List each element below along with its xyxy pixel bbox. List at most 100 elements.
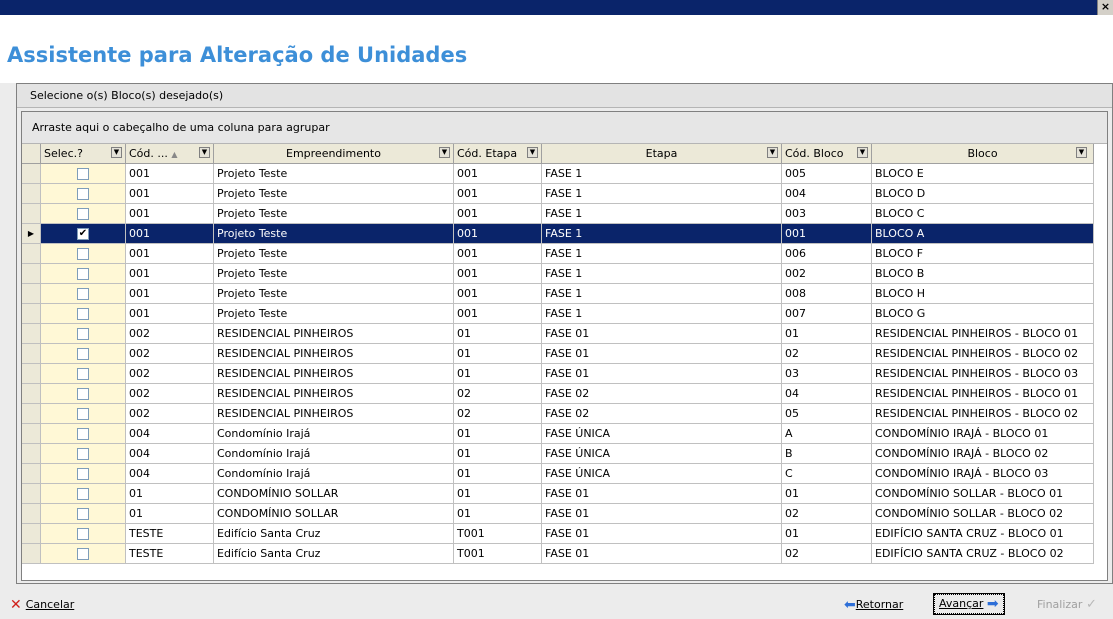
cell-bloco: CONDOMÍNIO SOLLAR - BLOCO 02 bbox=[871, 503, 1094, 524]
cell-empreendimento: Projeto Teste bbox=[213, 263, 454, 284]
cell-bloco: BLOCO D bbox=[871, 183, 1094, 204]
row-checkbox[interactable] bbox=[77, 188, 89, 200]
table-row[interactable]: 004 Condomínio Irajá 01 FASE ÚNICA C CONDOMÍN… bbox=[22, 463, 1094, 484]
row-checkbox[interactable] bbox=[77, 208, 89, 220]
table-row[interactable]: 001 Projeto Teste 001 FASE 1 006 BLOCO F bbox=[22, 243, 1094, 264]
table-row[interactable]: TESTE Edifício Santa Cruz T001 FASE 01 01 EDI… bbox=[22, 523, 1094, 544]
table-row[interactable]: TESTE Edifício Santa Cruz T001 FASE 01 02 EDI… bbox=[22, 543, 1094, 564]
select-cell bbox=[40, 383, 126, 404]
row-indicator bbox=[22, 243, 41, 264]
row-checkbox[interactable] bbox=[77, 488, 89, 500]
blocks-grid: Arraste aqui o cabeçalho de uma coluna p… bbox=[21, 111, 1108, 581]
column-header-selec[interactable]: Selec.? ▼ bbox=[40, 144, 126, 164]
row-checkbox[interactable] bbox=[77, 448, 89, 460]
row-checkbox[interactable] bbox=[77, 368, 89, 380]
cell-cod-bloco: 04 bbox=[781, 383, 872, 404]
table-row[interactable]: 001 Projeto Teste 001 FASE 1 005 BLOCO E bbox=[22, 163, 1094, 184]
column-header-empreendimento[interactable]: Empreendimento ▼ bbox=[213, 144, 454, 164]
back-button[interactable]: ⬅Retornar bbox=[844, 597, 903, 613]
filter-dropdown-icon[interactable]: ▼ bbox=[767, 147, 778, 158]
cell-cod-emp: 01 bbox=[125, 483, 214, 504]
column-header-bloco[interactable]: Bloco ▼ bbox=[871, 144, 1094, 164]
cancel-button[interactable]: ✕ Cancelar bbox=[10, 597, 74, 613]
filter-dropdown-icon[interactable]: ▼ bbox=[857, 147, 868, 158]
row-indicator bbox=[22, 523, 41, 544]
row-checkbox[interactable] bbox=[77, 168, 89, 180]
table-row[interactable]: 001 Projeto Teste 001 FASE 1 004 BLOCO D bbox=[22, 183, 1094, 204]
row-checkbox[interactable] bbox=[77, 408, 89, 420]
row-checkbox[interactable] bbox=[77, 468, 89, 480]
finish-button[interactable]: Finalizar ✓ bbox=[1037, 597, 1097, 612]
row-indicator bbox=[22, 403, 41, 424]
select-cell bbox=[40, 343, 126, 364]
row-checkbox[interactable] bbox=[77, 428, 89, 440]
cell-cod-etapa: 01 bbox=[453, 423, 542, 444]
cell-empreendimento: Edifício Santa Cruz bbox=[213, 523, 454, 544]
column-label: Cód. ... bbox=[129, 147, 168, 160]
row-checkbox[interactable] bbox=[77, 308, 89, 320]
row-checkbox[interactable] bbox=[77, 348, 89, 360]
table-row[interactable]: 002 RESIDENCIAL PINHEIROS 01 FASE 01 03 RESID… bbox=[22, 363, 1094, 384]
row-checkbox[interactable] bbox=[77, 508, 89, 520]
cell-bloco: CONDOMÍNIO IRAJÁ - BLOCO 02 bbox=[871, 443, 1094, 464]
table-row[interactable]: 001 Projeto Teste 001 FASE 1 007 BLOCO G bbox=[22, 303, 1094, 324]
row-checkbox[interactable] bbox=[77, 528, 89, 540]
cell-cod-bloco: 03 bbox=[781, 363, 872, 384]
row-checkbox[interactable] bbox=[77, 248, 89, 260]
row-checkbox[interactable] bbox=[77, 328, 89, 340]
table-row[interactable]: 004 Condomínio Irajá 01 FASE ÚNICA B CONDOMÍN… bbox=[22, 443, 1094, 464]
cell-etapa: FASE 1 bbox=[541, 203, 782, 224]
cell-cod-etapa: 01 bbox=[453, 503, 542, 524]
table-row[interactable]: 002 RESIDENCIAL PINHEIROS 02 FASE 02 05 RESID… bbox=[22, 403, 1094, 424]
block-selection-panel: Selecione o(s) Bloco(s) desejado(s) Arra… bbox=[16, 83, 1113, 584]
table-row[interactable]: 01 CONDOMÍNIO SOLLAR 01 FASE 01 01 CONDOMÍNIO… bbox=[22, 483, 1094, 504]
row-checkbox[interactable] bbox=[77, 548, 89, 560]
cell-cod-bloco: 001 bbox=[781, 223, 872, 244]
column-header-etapa[interactable]: Etapa ▼ bbox=[541, 144, 782, 164]
table-row[interactable]: 002 RESIDENCIAL PINHEIROS 01 FASE 01 01 RESID… bbox=[22, 323, 1094, 344]
row-checkbox[interactable] bbox=[77, 268, 89, 280]
filter-dropdown-icon[interactable]: ▼ bbox=[111, 147, 122, 158]
table-row[interactable]: 002 RESIDENCIAL PINHEIROS 02 FASE 02 04 RESID… bbox=[22, 383, 1094, 404]
table-body: 001 Projeto Teste 001 FASE 1 005 BLOCO E 001 Pr… bbox=[22, 163, 1094, 564]
cell-cod-etapa: 01 bbox=[453, 343, 542, 364]
filter-dropdown-icon[interactable]: ▼ bbox=[439, 147, 450, 158]
cell-etapa: FASE 1 bbox=[541, 243, 782, 264]
table-row[interactable]: 01 CONDOMÍNIO SOLLAR 01 FASE 01 02 CONDOMÍNIO… bbox=[22, 503, 1094, 524]
back-label: Retornar bbox=[855, 598, 904, 611]
column-header-cod-emp[interactable]: Cód. ... ▲ ▼ bbox=[125, 144, 214, 164]
table-row[interactable]: 001 Projeto Teste 001 FASE 1 002 BLOCO B bbox=[22, 263, 1094, 284]
table-row[interactable]: 004 Condomínio Irajá 01 FASE ÚNICA A CONDOMÍN… bbox=[22, 423, 1094, 444]
cell-etapa: FASE 1 bbox=[541, 223, 782, 244]
filter-dropdown-icon[interactable]: ▼ bbox=[1076, 147, 1087, 158]
table-row[interactable]: 001 Projeto Teste 001 FASE 1 003 BLOCO C bbox=[22, 203, 1094, 224]
filter-dropdown-icon[interactable]: ▼ bbox=[199, 147, 210, 158]
table-row[interactable]: ▶ ✔ 001 Projeto Teste 001 FASE 1 001 BLOCO A bbox=[22, 223, 1094, 244]
column-header-cod-bloco[interactable]: Cód. Bloco ▼ bbox=[781, 144, 872, 164]
close-button[interactable]: × bbox=[1097, 0, 1113, 15]
next-button[interactable]: Avançar ➡ bbox=[933, 593, 1005, 615]
select-cell bbox=[40, 263, 126, 284]
row-checkbox[interactable] bbox=[77, 288, 89, 300]
cell-empreendimento: Condomínio Irajá bbox=[213, 443, 454, 464]
filter-dropdown-icon[interactable]: ▼ bbox=[527, 147, 538, 158]
cell-cod-emp: 001 bbox=[125, 163, 214, 184]
group-by-area[interactable]: Arraste aqui o cabeçalho de uma coluna p… bbox=[22, 112, 1107, 144]
cell-cod-etapa: 001 bbox=[453, 223, 542, 244]
cell-etapa: FASE 1 bbox=[541, 303, 782, 324]
cell-etapa: FASE 1 bbox=[541, 183, 782, 204]
row-checkbox[interactable] bbox=[77, 388, 89, 400]
select-cell bbox=[40, 423, 126, 444]
cell-cod-emp: 001 bbox=[125, 223, 214, 244]
cell-bloco: BLOCO C bbox=[871, 203, 1094, 224]
table-row[interactable]: 001 Projeto Teste 001 FASE 1 008 BLOCO H bbox=[22, 283, 1094, 304]
cell-empreendimento: Projeto Teste bbox=[213, 283, 454, 304]
cell-cod-emp: 002 bbox=[125, 363, 214, 384]
table-row[interactable]: 002 RESIDENCIAL PINHEIROS 01 FASE 01 02 RESID… bbox=[22, 343, 1094, 364]
select-cell bbox=[40, 363, 126, 384]
column-header-cod-etapa[interactable]: Cód. Etapa ▼ bbox=[453, 144, 542, 164]
cell-cod-etapa: 001 bbox=[453, 303, 542, 324]
cell-bloco: BLOCO A bbox=[871, 223, 1094, 244]
row-checkbox[interactable]: ✔ bbox=[77, 228, 89, 240]
cell-empreendimento: Projeto Teste bbox=[213, 243, 454, 264]
